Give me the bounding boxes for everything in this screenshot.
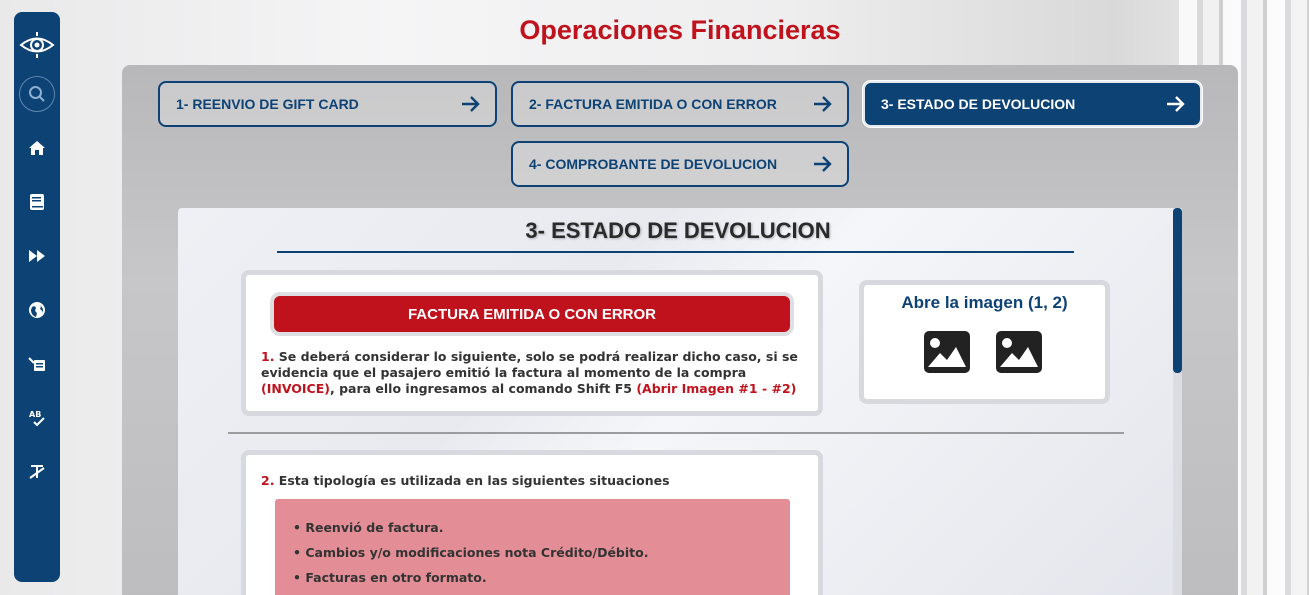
situations-list: • Reenvió de factura. • Cambios y/o modi… xyxy=(275,499,790,595)
tab-label: 3- ESTADO DE DEVOLUCION xyxy=(881,96,1076,112)
arrow-right-icon xyxy=(814,96,832,112)
images-box: Abre la imagen (1, 2) xyxy=(859,280,1110,404)
eye-logo-icon[interactable] xyxy=(19,28,55,62)
page-title: Operaciones Financieras xyxy=(519,15,841,45)
step2-box: 2. Esta tipología es utilizada en las si… xyxy=(241,450,823,595)
image-1-icon[interactable] xyxy=(924,331,970,373)
image-2-icon[interactable] xyxy=(996,331,1042,373)
content-card: 3- ESTADO DE DEVOLUCION FACTURA EMITIDA … xyxy=(178,208,1182,595)
tab-factura-emitida[interactable]: 2- FACTURA EMITIDA O CON ERROR xyxy=(511,81,849,127)
section-divider xyxy=(228,432,1124,434)
home-icon[interactable] xyxy=(19,130,55,166)
step1-text: 1. Se deberá considerar lo siguiente, so… xyxy=(261,349,811,397)
fast-forward-icon[interactable] xyxy=(19,238,55,274)
scrollbar[interactable] xyxy=(1173,208,1182,595)
tab-estado-devolucion[interactable]: 3- ESTADO DE DEVOLUCION xyxy=(863,81,1202,127)
factura-banner: FACTURA EMITIDA O CON ERROR xyxy=(270,292,794,336)
tab-comprobante-devolucion[interactable]: 4- COMPROBANTE DE DEVOLUCION xyxy=(511,141,849,187)
clear-format-icon[interactable] xyxy=(19,454,55,490)
search-icon[interactable] xyxy=(19,76,55,112)
step1-box: FACTURA EMITIDA O CON ERROR 1. Se deberá… xyxy=(241,270,823,416)
title-underline xyxy=(277,251,1074,253)
step2-text-body: Esta tipología es utilizada en las sigui… xyxy=(274,473,670,488)
step1-text-b: , para ello ingresamos al comando Shift … xyxy=(329,381,637,396)
list-item: • Facturas en otro formato. xyxy=(293,570,487,585)
tab-reenvio-gift-card[interactable]: 1- REENVIO DE GIFT CARD xyxy=(158,81,497,127)
step2-text: 2. Esta tipología es utilizada en las si… xyxy=(261,473,670,488)
step1-text-a: Se deberá considerar lo siguiente, solo … xyxy=(261,349,798,380)
sidebar: AB xyxy=(14,12,60,582)
scrollbar-thumb[interactable] xyxy=(1173,208,1182,373)
invoice-text: (INVOICE) xyxy=(261,381,330,396)
images-title: Abre la imagen (1, 2) xyxy=(901,293,1068,312)
tab-label: 2- FACTURA EMITIDA O CON ERROR xyxy=(529,96,777,112)
open-image-text: (Abrir Imagen #1 - #2) xyxy=(636,381,797,396)
arrow-right-icon xyxy=(462,96,480,112)
arrow-right-icon xyxy=(1167,96,1185,112)
arrow-right-icon xyxy=(814,156,832,172)
list-item: • Cambios y/o modificaciones nota Crédit… xyxy=(293,545,649,560)
reader-icon[interactable] xyxy=(19,346,55,382)
globe-icon[interactable] xyxy=(19,292,55,328)
step-number: 1. xyxy=(261,349,275,364)
tab-label: 4- COMPROBANTE DE DEVOLUCION xyxy=(529,156,778,172)
svg-text:AB: AB xyxy=(29,410,41,419)
list-item: • Reenvió de factura. xyxy=(293,520,444,535)
step-number: 2. xyxy=(261,473,275,488)
section-title: 3- ESTADO DE DEVOLUCION xyxy=(525,218,831,243)
spellcheck-icon[interactable]: AB xyxy=(19,400,55,436)
tab-label: 1- REENVIO DE GIFT CARD xyxy=(176,96,359,112)
book-icon[interactable] xyxy=(19,184,55,220)
